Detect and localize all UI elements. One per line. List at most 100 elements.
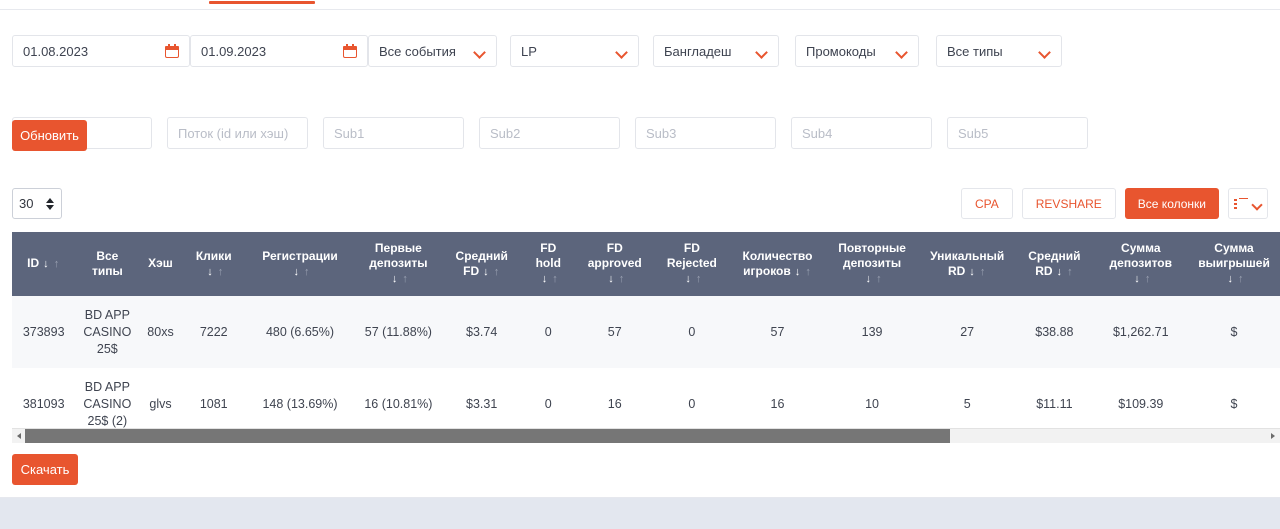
col-header-repeat-deposits[interactable]: Повторные депозиты↓ ↑ (825, 232, 920, 296)
col-header-hash[interactable]: Хэш (139, 232, 182, 296)
cell-first-deposits: 16 (10.81%) (354, 368, 443, 428)
cell-id: 373893 (12, 295, 76, 369)
col-header-fd-approved[interactable]: FD approved↓ ↑ (575, 232, 654, 296)
cpa-button[interactable]: CPA (960, 188, 1013, 219)
sort-icons[interactable]: ↓ ↑ (293, 266, 310, 280)
col-header-fd-hold[interactable]: FD hold↓ ↑ (520, 232, 576, 296)
sub4-input[interactable]: Sub4 (791, 117, 932, 149)
active-tab-indicator (209, 1, 315, 4)
col-header-registrations[interactable]: Регистрации↓ ↑ (245, 232, 355, 296)
sub3-placeholder: Sub3 (646, 125, 677, 141)
cell-fd-hold: 0 (520, 368, 576, 428)
cell-win-sum: $ (1188, 295, 1280, 369)
download-button[interactable]: Скачать (12, 454, 78, 485)
calendar-icon[interactable] (165, 44, 179, 58)
sort-icons[interactable]: ↓ ↑ (483, 266, 500, 280)
cell-avg-rd: $11.11 (1015, 368, 1094, 428)
table-row[interactable]: 381093 BD APP CASINO 25$ (2) glvs 1081 1… (12, 368, 1280, 428)
cell-first-deposits: 57 (11.88%) (354, 295, 443, 369)
page-size-select[interactable]: 30 (12, 188, 62, 219)
footer-band (0, 498, 1280, 529)
sort-icons[interactable]: ↓ ↑ (795, 266, 812, 280)
scrollbar-track[interactable] (25, 428, 1267, 443)
col-header-players[interactable]: Количество игроков ↓ ↑ (729, 232, 826, 296)
cell-win-sum: $ (1188, 368, 1280, 428)
sort-icons[interactable]: ↓ ↑ (1227, 273, 1244, 287)
col-header-type[interactable]: Все типы (75, 232, 140, 296)
chevron-down-icon (757, 48, 768, 55)
cell-repeat-deposits: 10 (825, 368, 920, 428)
stream-input[interactable]: Поток (id или хэш) (167, 117, 308, 149)
cell-hash: glvs (139, 368, 182, 428)
cell-type: BD APP CASINO 25$ (2) (75, 368, 140, 428)
table-horizontal-scrollbar[interactable] (12, 428, 1280, 443)
col-header-unique-rd[interactable]: Уникальный RD ↓ ↑ (919, 232, 1016, 296)
column-view-button[interactable] (1228, 188, 1268, 219)
scroll-left-arrow-icon[interactable] (12, 428, 25, 443)
stream-placeholder: Поток (id или хэш) (178, 125, 289, 141)
sort-icons[interactable]: ↓ ↑ (392, 273, 409, 287)
table-header: ID ↓ ↑ Все типы Хэш Клики↓ ↑ Регистрации↓… (12, 232, 1280, 296)
col-header-win-sum[interactable]: Сумма выигрышей↓ ↑ (1188, 232, 1280, 296)
cell-clicks: 1081 (181, 368, 246, 428)
table-row[interactable]: 373893 BD APP CASINO 25$ 80xs 7222 480 (… (12, 295, 1280, 369)
sub4-placeholder: Sub4 (802, 125, 833, 141)
cell-deposit-sum: $109.39 (1093, 368, 1189, 428)
cell-id: 381093 (12, 368, 76, 428)
stepper-arrows-icon (46, 197, 55, 211)
col-header-first-deposits[interactable]: Первые депозиты↓ ↑ (354, 232, 443, 296)
cell-fd-approved: 57 (575, 295, 654, 369)
refresh-button[interactable]: Обновить (12, 120, 87, 151)
col-header-id[interactable]: ID ↓ ↑ (12, 232, 76, 296)
sub2-input[interactable]: Sub2 (479, 117, 620, 149)
cell-fd-rejected: 0 (653, 368, 730, 428)
filters-panel: 01.08.2023 01.09.2023 Все события LP Бан… (0, 11, 1280, 149)
sub5-placeholder: Sub5 (958, 125, 989, 141)
sort-icons[interactable]: ↓ ↑ (1134, 273, 1151, 287)
calendar-icon[interactable] (343, 44, 357, 58)
col-header-fd-rejected[interactable]: FD Rejected↓ ↑ (653, 232, 730, 296)
cell-deposit-sum: $1,262.71 (1093, 295, 1189, 369)
table-toolbar: CPA REVSHARE Все колонки (960, 188, 1268, 219)
sort-icons[interactable]: ↓ ↑ (608, 273, 625, 287)
scroll-right-arrow-icon[interactable] (1267, 428, 1280, 443)
sub3-input[interactable]: Sub3 (635, 117, 776, 149)
chevron-down-icon (475, 48, 486, 55)
col-header-deposit-sum[interactable]: Сумма депозитов↓ ↑ (1093, 232, 1189, 296)
chevron-down-icon (617, 48, 628, 55)
cell-players: 57 (729, 295, 826, 369)
sub1-input[interactable]: Sub1 (323, 117, 464, 149)
cell-avg-rd: $38.88 (1015, 295, 1094, 369)
col-header-avg-fd[interactable]: Средний FD ↓ ↑ (442, 232, 521, 296)
cell-unique-rd: 5 (919, 368, 1016, 428)
sub5-input[interactable]: Sub5 (947, 117, 1088, 149)
cell-fd-approved: 16 (575, 368, 654, 428)
cell-players: 16 (729, 368, 826, 428)
tab-strip (0, 0, 1280, 10)
col-header-avg-rd[interactable]: Средний RD ↓ ↑ (1015, 232, 1094, 296)
cell-fd-hold: 0 (520, 295, 576, 369)
revshare-button[interactable]: REVSHARE (1021, 188, 1116, 219)
cell-hash: 80xs (139, 295, 182, 369)
cell-repeat-deposits: 139 (825, 295, 920, 369)
sort-icons[interactable]: ↓ ↑ (207, 266, 224, 280)
page-size-value: 30 (19, 196, 34, 211)
cell-unique-rd: 27 (919, 295, 1016, 369)
cell-avg-fd: $3.74 (442, 295, 521, 369)
sort-icons[interactable]: ↓ ↑ (43, 258, 60, 272)
sort-icons[interactable]: ↓ ↑ (1057, 266, 1074, 280)
report-table-scroll-area[interactable]: ID ↓ ↑ Все типы Хэш Клики↓ ↑ Регистрации↓… (12, 232, 1280, 428)
sub2-placeholder: Sub2 (490, 125, 521, 141)
scrollbar-thumb[interactable] (25, 428, 951, 443)
sort-icons[interactable]: ↓ ↑ (685, 273, 702, 287)
cell-avg-fd: $3.31 (442, 368, 521, 428)
sort-icons[interactable]: ↓ ↑ (542, 273, 559, 287)
filters-row-subs: ID игрока Поток (id или хэш) Sub1 Sub2 S… (0, 57, 1280, 149)
sort-icons[interactable]: ↓ ↑ (969, 266, 986, 280)
table-header-row: ID ↓ ↑ Все типы Хэш Клики↓ ↑ Регистрации↓… (12, 232, 1280, 296)
all-columns-button[interactable]: Все колонки (1124, 188, 1219, 219)
col-header-clicks[interactable]: Клики↓ ↑ (181, 232, 246, 296)
sort-icons[interactable]: ↓ ↑ (866, 273, 883, 287)
filters-row-primary: 01.08.2023 01.09.2023 Все события LP Бан… (0, 11, 1280, 67)
chevron-down-icon (897, 48, 908, 55)
